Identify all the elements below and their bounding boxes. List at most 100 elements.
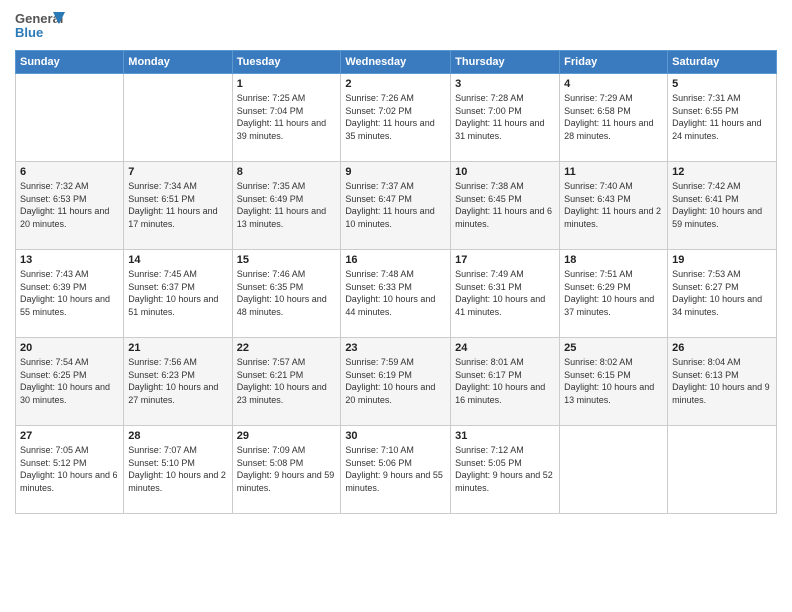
- calendar-cell: 12 Sunrise: 7:42 AM Sunset: 6:41 PM Dayli…: [668, 162, 777, 250]
- day-number: 5: [672, 78, 772, 90]
- day-number: 17: [455, 254, 555, 266]
- calendar-cell: 26 Sunrise: 8:04 AM Sunset: 6:13 PM Dayli…: [668, 338, 777, 426]
- day-number: 29: [237, 430, 337, 442]
- calendar-cell: [668, 426, 777, 514]
- week-row-2: 13 Sunrise: 7:43 AM Sunset: 6:39 PM Dayli…: [16, 250, 777, 338]
- day-info: Sunrise: 8:04 AM Sunset: 6:13 PM Dayligh…: [672, 356, 772, 406]
- calendar-cell: 23 Sunrise: 7:59 AM Sunset: 6:19 PM Dayli…: [341, 338, 451, 426]
- calendar-cell: 7 Sunrise: 7:34 AM Sunset: 6:51 PM Daylig…: [124, 162, 232, 250]
- day-info: Sunrise: 7:37 AM Sunset: 6:47 PM Dayligh…: [345, 180, 446, 230]
- day-number: 15: [237, 254, 337, 266]
- week-row-3: 20 Sunrise: 7:54 AM Sunset: 6:25 PM Dayli…: [16, 338, 777, 426]
- day-info: Sunrise: 7:10 AM Sunset: 5:06 PM Dayligh…: [345, 444, 446, 494]
- day-info: Sunrise: 7:57 AM Sunset: 6:21 PM Dayligh…: [237, 356, 337, 406]
- day-number: 31: [455, 430, 555, 442]
- weekday-header-wednesday: Wednesday: [341, 51, 451, 74]
- calendar-cell: 2 Sunrise: 7:26 AM Sunset: 7:02 PM Daylig…: [341, 74, 451, 162]
- calendar-cell: 10Sunrise: 7:38 AM Sunset: 6:45 PM Dayli…: [451, 162, 560, 250]
- weekday-header-sunday: Sunday: [16, 51, 124, 74]
- calendar-cell: 21Sunrise: 7:56 AM Sunset: 6:23 PM Dayli…: [124, 338, 232, 426]
- day-info: Sunrise: 7:42 AM Sunset: 6:41 PM Dayligh…: [672, 180, 772, 230]
- day-number: 18: [564, 254, 663, 266]
- calendar-cell: 1Sunrise: 7:25 AM Sunset: 7:04 PM Daylig…: [232, 74, 341, 162]
- day-number: 4: [564, 78, 663, 90]
- calendar-cell: 17 Sunrise: 7:49 AM Sunset: 6:31 PM Dayli…: [451, 250, 560, 338]
- day-number: 26: [672, 342, 772, 354]
- week-row-0: 1Sunrise: 7:25 AM Sunset: 7:04 PM Daylig…: [16, 74, 777, 162]
- day-number: 3: [455, 78, 555, 90]
- calendar-cell: 6Sunrise: 7:32 AM Sunset: 6:53 PM Daylig…: [16, 162, 124, 250]
- day-info: Sunrise: 7:40 AM Sunset: 6:43 PM Dayligh…: [564, 180, 663, 230]
- day-number: 10: [455, 166, 555, 178]
- calendar-cell: [16, 74, 124, 162]
- logo-svg: GeneralBlue: [15, 10, 65, 42]
- day-number: 16: [345, 254, 446, 266]
- calendar-cell: 29 Sunrise: 7:09 AM Sunset: 5:08 PM Dayli…: [232, 426, 341, 514]
- day-number: 21: [128, 342, 227, 354]
- day-info: Sunrise: 7:34 AM Sunset: 6:51 PM Dayligh…: [128, 180, 227, 230]
- weekday-header-row: SundayMondayTuesdayWednesdayThursdayFrid…: [16, 51, 777, 74]
- day-info: Sunrise: 7:12 AM Sunset: 5:05 PM Dayligh…: [455, 444, 555, 494]
- day-info: Sunrise: 7:51 AM Sunset: 6:29 PM Dayligh…: [564, 268, 663, 318]
- day-info: Sunrise: 7:31 AM Sunset: 6:55 PM Dayligh…: [672, 92, 772, 142]
- weekday-header-friday: Friday: [560, 51, 668, 74]
- calendar-cell: 28 Sunrise: 7:07 AM Sunset: 5:10 PM Dayli…: [124, 426, 232, 514]
- day-info: Sunrise: 8:02 AM Sunset: 6:15 PM Dayligh…: [564, 356, 663, 406]
- day-number: 27: [20, 430, 119, 442]
- day-number: 20: [20, 342, 119, 354]
- calendar-cell: 27 Sunrise: 7:05 AM Sunset: 5:12 PM Dayli…: [16, 426, 124, 514]
- day-number: 19: [672, 254, 772, 266]
- calendar-cell: 24 Sunrise: 8:01 AM Sunset: 6:17 PM Dayli…: [451, 338, 560, 426]
- calendar-cell: 9Sunrise: 7:37 AM Sunset: 6:47 PM Daylig…: [341, 162, 451, 250]
- calendar-table: SundayMondayTuesdayWednesdayThursdayFrid…: [15, 50, 777, 514]
- day-info: Sunrise: 7:45 AM Sunset: 6:37 PM Dayligh…: [128, 268, 227, 318]
- day-number: 11: [564, 166, 663, 178]
- day-info: Sunrise: 7:05 AM Sunset: 5:12 PM Dayligh…: [20, 444, 119, 494]
- week-row-4: 27 Sunrise: 7:05 AM Sunset: 5:12 PM Dayli…: [16, 426, 777, 514]
- day-number: 8: [237, 166, 337, 178]
- day-number: 7: [128, 166, 227, 178]
- weekday-header-saturday: Saturday: [668, 51, 777, 74]
- calendar-cell: 11 Sunrise: 7:40 AM Sunset: 6:43 PM Dayli…: [560, 162, 668, 250]
- day-info: Sunrise: 7:29 AM Sunset: 6:58 PM Dayligh…: [564, 92, 663, 142]
- day-info: Sunrise: 7:35 AM Sunset: 6:49 PM Dayligh…: [237, 180, 337, 230]
- calendar-cell: 5 Sunrise: 7:31 AM Sunset: 6:55 PM Daylig…: [668, 74, 777, 162]
- day-info: Sunrise: 7:09 AM Sunset: 5:08 PM Dayligh…: [237, 444, 337, 494]
- week-row-1: 6Sunrise: 7:32 AM Sunset: 6:53 PM Daylig…: [16, 162, 777, 250]
- calendar-cell: [560, 426, 668, 514]
- svg-text:Blue: Blue: [15, 25, 43, 40]
- day-info: Sunrise: 7:26 AM Sunset: 7:02 PM Dayligh…: [345, 92, 446, 142]
- header: GeneralBlue: [15, 10, 777, 42]
- weekday-header-thursday: Thursday: [451, 51, 560, 74]
- day-info: Sunrise: 7:43 AM Sunset: 6:39 PM Dayligh…: [20, 268, 119, 318]
- day-info: Sunrise: 7:28 AM Sunset: 7:00 PM Dayligh…: [455, 92, 555, 142]
- calendar-cell: 4 Sunrise: 7:29 AM Sunset: 6:58 PM Daylig…: [560, 74, 668, 162]
- day-info: Sunrise: 7:53 AM Sunset: 6:27 PM Dayligh…: [672, 268, 772, 318]
- day-info: Sunrise: 7:49 AM Sunset: 6:31 PM Dayligh…: [455, 268, 555, 318]
- calendar-cell: 30 Sunrise: 7:10 AM Sunset: 5:06 PM Dayli…: [341, 426, 451, 514]
- calendar-cell: 22 Sunrise: 7:57 AM Sunset: 6:21 PM Dayli…: [232, 338, 341, 426]
- calendar-cell: 31 Sunrise: 7:12 AM Sunset: 5:05 PM Dayli…: [451, 426, 560, 514]
- day-number: 28: [128, 430, 227, 442]
- calendar-cell: 25Sunrise: 8:02 AM Sunset: 6:15 PM Dayli…: [560, 338, 668, 426]
- calendar-cell: 3 Sunrise: 7:28 AM Sunset: 7:00 PM Daylig…: [451, 74, 560, 162]
- day-info: Sunrise: 7:07 AM Sunset: 5:10 PM Dayligh…: [128, 444, 227, 494]
- day-number: 13: [20, 254, 119, 266]
- day-number: 23: [345, 342, 446, 354]
- day-number: 24: [455, 342, 555, 354]
- day-info: Sunrise: 7:54 AM Sunset: 6:25 PM Dayligh…: [20, 356, 119, 406]
- page: GeneralBlue SundayMondayTuesdayWednesday…: [0, 0, 792, 612]
- weekday-header-monday: Monday: [124, 51, 232, 74]
- day-info: Sunrise: 8:01 AM Sunset: 6:17 PM Dayligh…: [455, 356, 555, 406]
- weekday-header-tuesday: Tuesday: [232, 51, 341, 74]
- day-number: 22: [237, 342, 337, 354]
- calendar-cell: 19 Sunrise: 7:53 AM Sunset: 6:27 PM Dayli…: [668, 250, 777, 338]
- day-number: 2: [345, 78, 446, 90]
- logo: GeneralBlue: [15, 10, 65, 42]
- calendar-cell: 15Sunrise: 7:46 AM Sunset: 6:35 PM Dayli…: [232, 250, 341, 338]
- day-number: 30: [345, 430, 446, 442]
- day-number: 6: [20, 166, 119, 178]
- day-info: Sunrise: 7:59 AM Sunset: 6:19 PM Dayligh…: [345, 356, 446, 406]
- day-number: 12: [672, 166, 772, 178]
- day-number: 14: [128, 254, 227, 266]
